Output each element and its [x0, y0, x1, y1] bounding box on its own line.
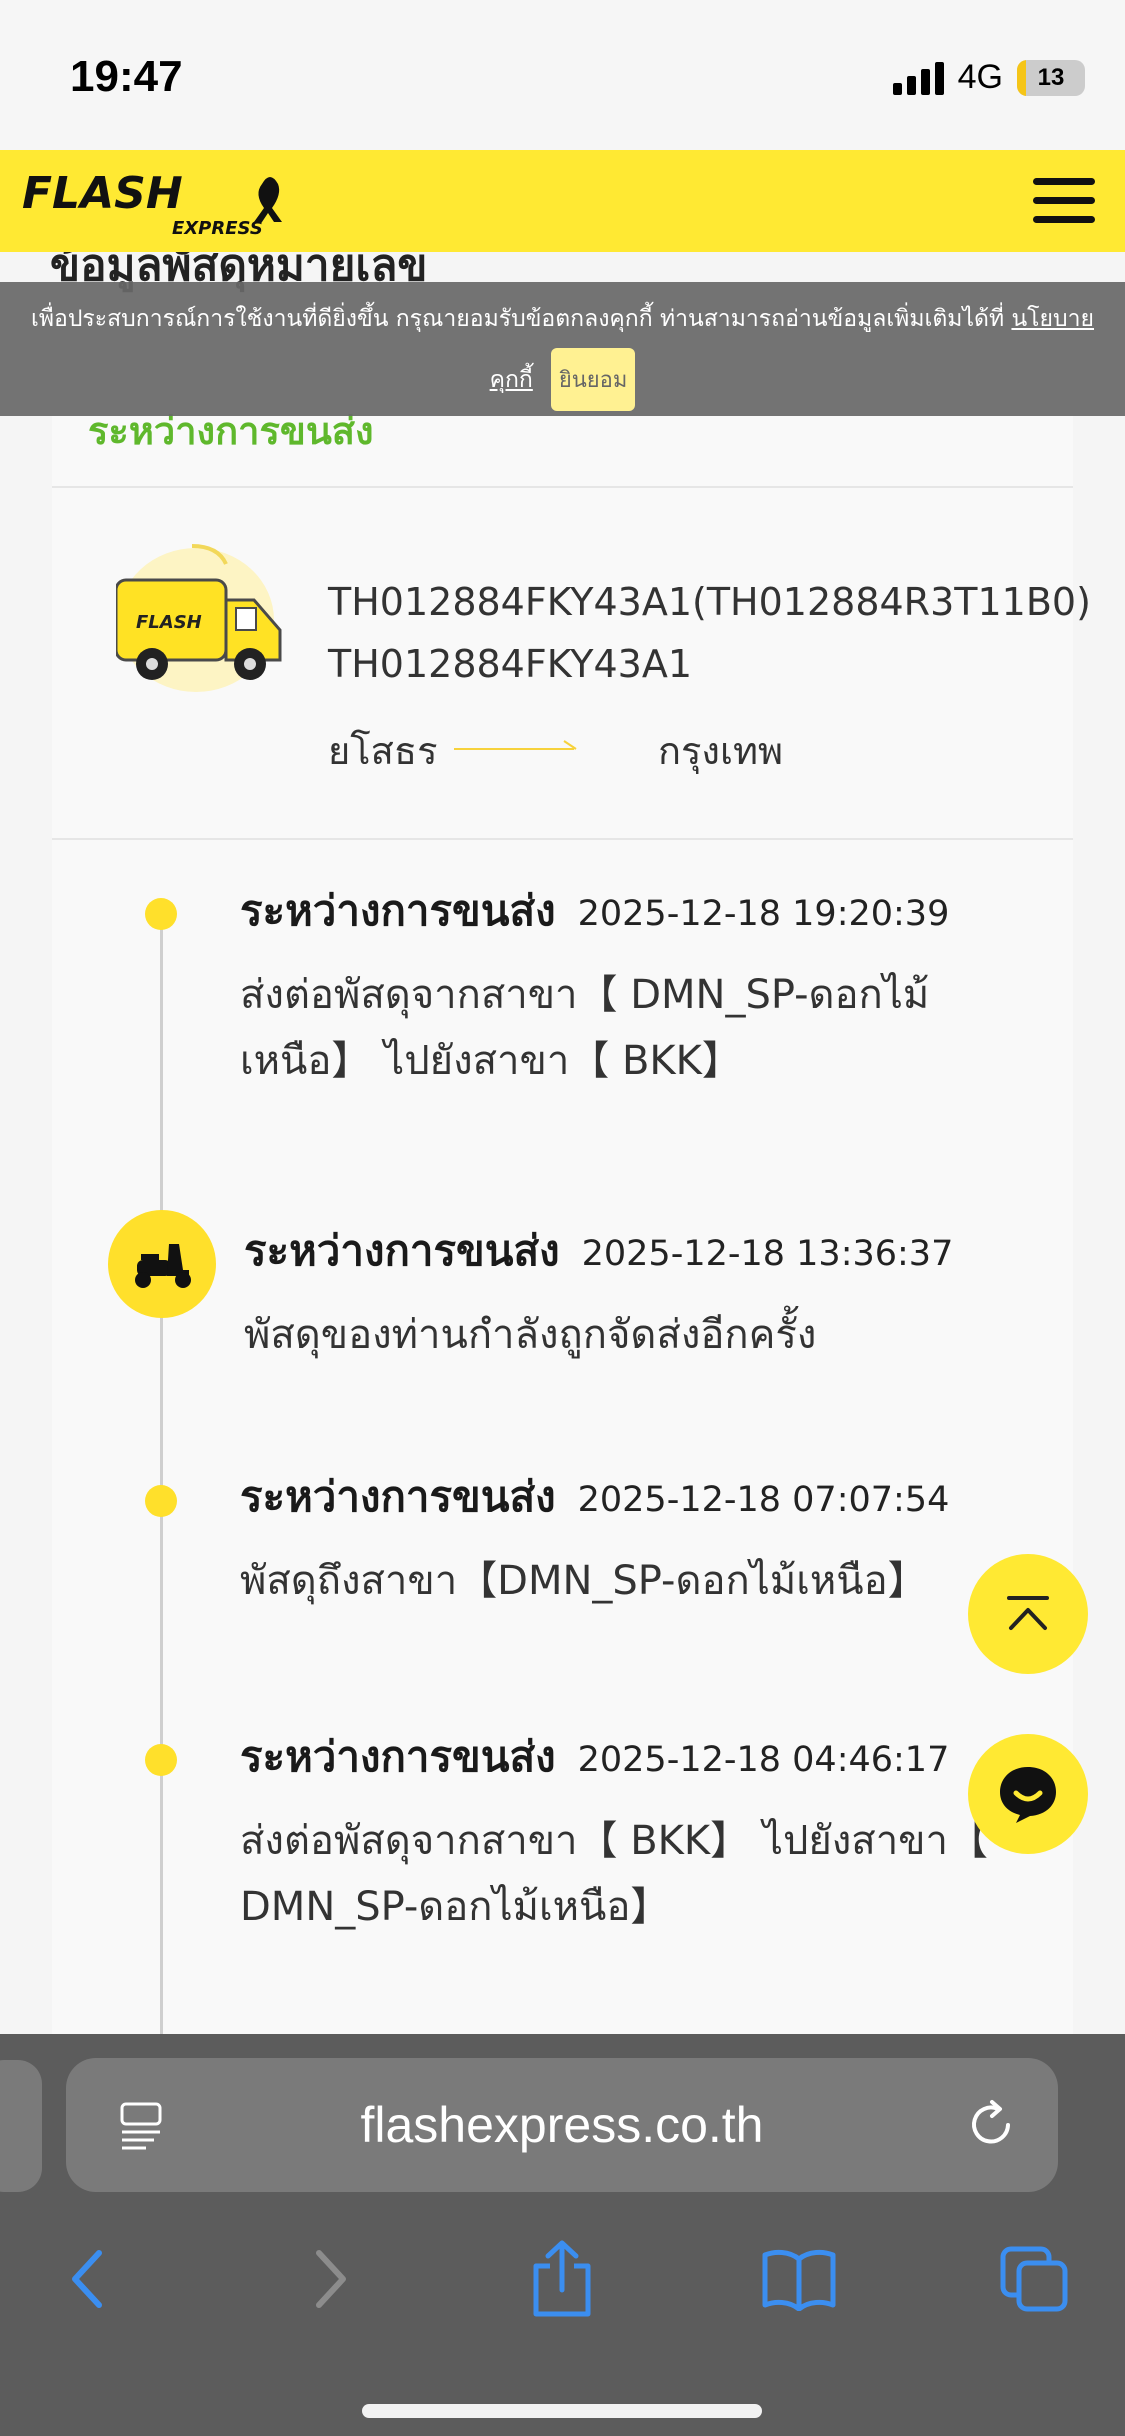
timeline-status: ระหว่างการขนส่ง [244, 1226, 560, 1275]
delivery-truck-icon: FLASH [116, 544, 282, 692]
home-indicator [362, 2404, 762, 2418]
reload-icon[interactable] [964, 2098, 1018, 2152]
signal-icon [892, 61, 944, 95]
divider [52, 486, 1073, 488]
timeline-dot [145, 898, 177, 930]
parcel-card: ระหว่างการขนส่ง FLASH TH012884FKY43A1(TH… [52, 360, 1091, 2060]
timeline-entry: ระหว่างการขนส่ง 2025-12-18 13:36:37 พัสด… [244, 1218, 1044, 1368]
logo-text: FLASH [22, 168, 183, 219]
route: ยโสธร กรุงเทพ [328, 720, 828, 773]
tabs-icon[interactable] [990, 2234, 1080, 2324]
timeline-description-line: DMN_SP-ดอกไม้เหนือ】 [240, 1884, 671, 1930]
timeline-status: ระหว่างการขนส่ง [240, 1732, 556, 1781]
timeline-entry: ระหว่างการขนส่ง 2025-12-18 19:20:39 ส่งต… [240, 878, 1040, 1094]
cookie-message: เพื่อประสบการณ์การใช้งานที่ดียิ่งขึ้น กร… [30, 306, 1005, 332]
timeline-datetime: 2025-12-18 13:36:37 [581, 1234, 954, 1274]
timeline-status: ระหว่างการขนส่ง [240, 886, 556, 935]
network-label: 4G [957, 58, 1003, 96]
timeline-status: ระหว่างการขนส่ง [240, 1472, 556, 1521]
logo-sub: EXPRESS [172, 218, 263, 239]
timeline-dot [145, 1744, 177, 1776]
timeline-datetime: 2025-12-18 07:07:54 [577, 1480, 950, 1520]
previous-tab-preview[interactable] [0, 2060, 42, 2192]
chat-icon [1000, 1767, 1056, 1823]
status-indicators: 4G 13 [892, 58, 1085, 97]
cookie-banner: เพื่อประสบการณ์การใช้งานที่ดียิ่งขึ้น กร… [0, 282, 1125, 416]
timeline-description: ส่งต่อพัสดุจากสาขา【 BKK】 ไปยังสาขา【 DMN_… [240, 1808, 1040, 1940]
address-bar[interactable]: flashexpress.co.th [66, 2058, 1058, 2192]
cookie-policy-link-2[interactable]: คุกกี้ [490, 362, 533, 398]
route-origin: ยโสธร [328, 729, 438, 773]
battery-level [1017, 59, 1026, 96]
ribbon-icon [254, 177, 282, 222]
divider [52, 838, 1073, 840]
timeline-entry: ระหว่างการขนส่ง 2025-12-18 07:07:54 พัสด… [240, 1464, 1040, 1614]
tracking-number-main: TH012884FKY43A1(TH012884R3T11B0) [328, 580, 1091, 624]
timeline-description-line: พัสดุถึงสาขา【DMN_SP-ดอกไม้เหนือ】 [240, 1558, 928, 1604]
site-header: FLASH EXPRESS [0, 150, 1125, 252]
route-destination: กรุงเทพ [658, 729, 784, 773]
timeline-description: พัสดุถึงสาขา【DMN_SP-ดอกไม้เหนือ】 [240, 1548, 1040, 1614]
toolbar-icons [0, 2234, 1125, 2344]
chat-button[interactable] [968, 1734, 1088, 1854]
cookie-actions: คุกกี้ ยินยอม [0, 348, 1125, 411]
timeline-entry: ระหว่างการขนส่ง 2025-12-18 04:46:17 ส่งต… [240, 1724, 1040, 1940]
chevron-up-icon [1007, 1596, 1049, 1630]
timeline-description-line: ส่งต่อพัสดุจากสาขา【 BKK】 ไปยังสาขา【 [240, 1818, 988, 1864]
scooter-icon [108, 1210, 216, 1318]
status-time: 19:47 [70, 52, 183, 101]
timeline-datetime: 2025-12-18 04:46:17 [577, 1740, 950, 1780]
scroll-top-button[interactable] [968, 1554, 1088, 1674]
svg-text:FLASH: FLASH [136, 612, 202, 633]
bookmarks-icon[interactable] [754, 2234, 844, 2324]
browser-toolbar: flashexpress.co.th [0, 2034, 1125, 2436]
timeline-description: ส่งต่อพัสดุจากสาขา【 DMN_SP-ดอกไม้ เหนือ】… [240, 962, 1040, 1094]
hamburger-icon[interactable] [1033, 164, 1095, 236]
back-icon[interactable] [42, 2234, 132, 2324]
cookie-policy-link[interactable]: นโยบาย [1011, 306, 1094, 332]
url-text[interactable]: flashexpress.co.th [66, 2096, 1058, 2154]
timeline-description-line: เหนือ】 ไปยังสาขา【 BKK】 [240, 1038, 742, 1084]
timeline-description-line: ส่งต่อพัสดุจากสาขา【 DMN_SP-ดอกไม้ [240, 972, 930, 1018]
timeline-dot [145, 1485, 177, 1517]
cookie-accept-button[interactable]: ยินยอม [550, 348, 636, 411]
timeline-description: พัสดุของท่านกำลังถูกจัดส่งอีกครั้ง [244, 1302, 1044, 1368]
share-icon[interactable] [517, 2234, 607, 2324]
cookie-text-line: เพื่อประสบการณ์การใช้งานที่ดียิ่งขึ้น กร… [0, 282, 1125, 334]
flash-express-logo[interactable]: FLASH EXPRESS [22, 164, 292, 242]
forward-icon[interactable] [286, 2234, 376, 2324]
battery-percent: 13 [1037, 63, 1065, 91]
timeline-description-line: พัสดุของท่านกำลังถูกจัดส่งอีกครั้ง [244, 1312, 817, 1358]
tracking-number-sub: TH012884FKY43A1 [328, 642, 693, 686]
arrow-right-icon [454, 740, 577, 750]
battery-icon: 13 [1017, 59, 1085, 96]
status-bar: 19:47 4G 13 [0, 0, 1125, 150]
timeline-datetime: 2025-12-18 19:20:39 [577, 894, 950, 934]
